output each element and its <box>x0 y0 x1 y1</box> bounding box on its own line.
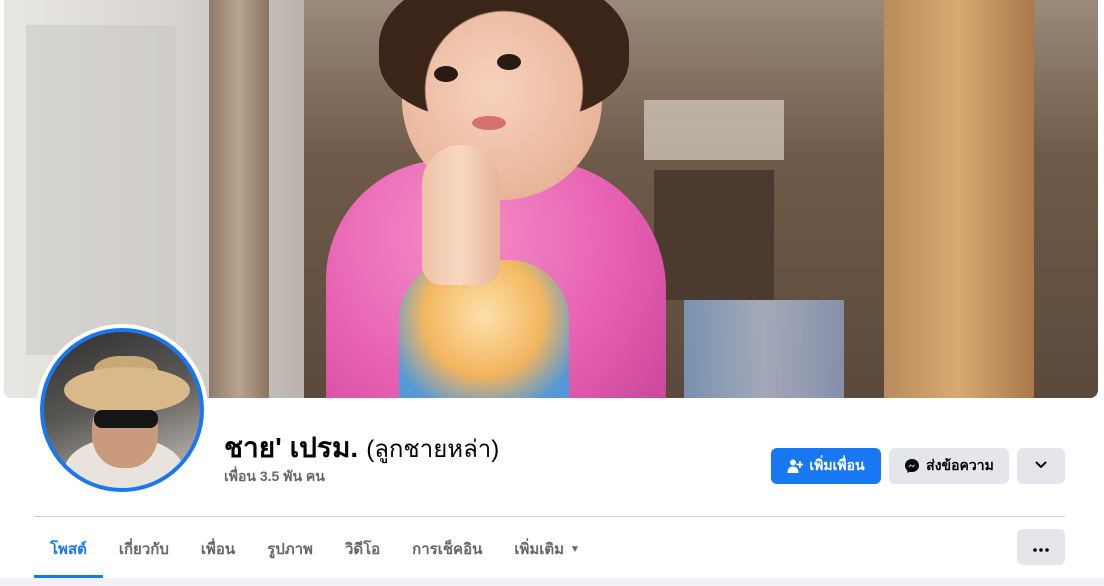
tab-friends[interactable]: เพื่อน <box>185 520 251 578</box>
tab-label: โพสต์ <box>50 541 87 558</box>
more-dots-icon <box>1033 539 1049 555</box>
cover-photo-door <box>884 0 1034 398</box>
cover-photo-cabinet <box>654 170 774 300</box>
tab-more[interactable]: เพิ่มเติม ▼ <box>498 520 596 578</box>
caret-down-icon: ▼ <box>570 543 580 555</box>
avatar-sunglasses <box>94 410 158 428</box>
cover-photo-pillar <box>209 0 269 398</box>
avatar-hat-brim <box>64 367 190 413</box>
cover-photo-items <box>684 300 844 398</box>
person-plus-icon <box>787 458 804 474</box>
tab-label: เพิ่มเติม <box>514 541 565 558</box>
tab-label: เกี่ยวกับ <box>118 541 169 558</box>
add-friend-button[interactable]: เพิ่มเพื่อน <box>771 448 881 484</box>
tab-label: วิดีโอ <box>344 541 381 558</box>
message-button[interactable]: ส่งข้อความ <box>889 448 1009 484</box>
more-options-button[interactable] <box>1017 529 1065 565</box>
profile-options-dropdown-button[interactable] <box>1017 448 1065 484</box>
tab-photos[interactable]: รูปภาพ <box>251 520 329 578</box>
profile-page: ชาย' เปรม. (ลูกชายหล่า) เพื่อน 3.5 พัน คน… <box>0 0 1104 586</box>
tab-check-ins[interactable]: การเช็คอิน <box>396 520 498 578</box>
tab-videos[interactable]: วิดีโอ <box>329 520 396 578</box>
cover-photo-hands <box>422 145 500 285</box>
feed-background <box>0 578 1104 586</box>
tab-label: เพื่อน <box>200 541 236 558</box>
tab-about[interactable]: เกี่ยวกับ <box>103 520 185 578</box>
cover-photo-panel <box>26 25 176 355</box>
profile-alternate-name: (ลูกชายหล่า) <box>366 436 500 463</box>
chevron-down-icon <box>1034 458 1048 475</box>
profile-name: ชาย' เปรม. <box>224 432 359 463</box>
avatar[interactable] <box>40 328 204 492</box>
tab-posts[interactable]: โพสต์ <box>34 520 103 578</box>
messenger-icon <box>904 458 920 474</box>
tab-label: การเช็คอิน <box>412 541 483 558</box>
cover-photo-window <box>644 100 784 160</box>
profile-name-line: ชาย' เปรม. (ลูกชายหล่า) <box>224 426 499 470</box>
add-friend-label: เพิ่มเพื่อน <box>809 457 865 473</box>
friends-count[interactable]: เพื่อน 3.5 พัน คน <box>224 466 325 488</box>
profile-divider <box>34 516 1065 517</box>
cover-photo-eye-left <box>434 66 458 82</box>
tab-label: รูปภาพ <box>267 541 313 558</box>
profile-tabs: โพสต์ เกี่ยวกับ เพื่อน รูปภาพ วิดีโอ การ… <box>34 520 596 578</box>
message-label: ส่งข้อความ <box>926 457 994 473</box>
cover-photo-eye-right <box>497 54 521 70</box>
cover-photo-mouth <box>472 116 506 130</box>
